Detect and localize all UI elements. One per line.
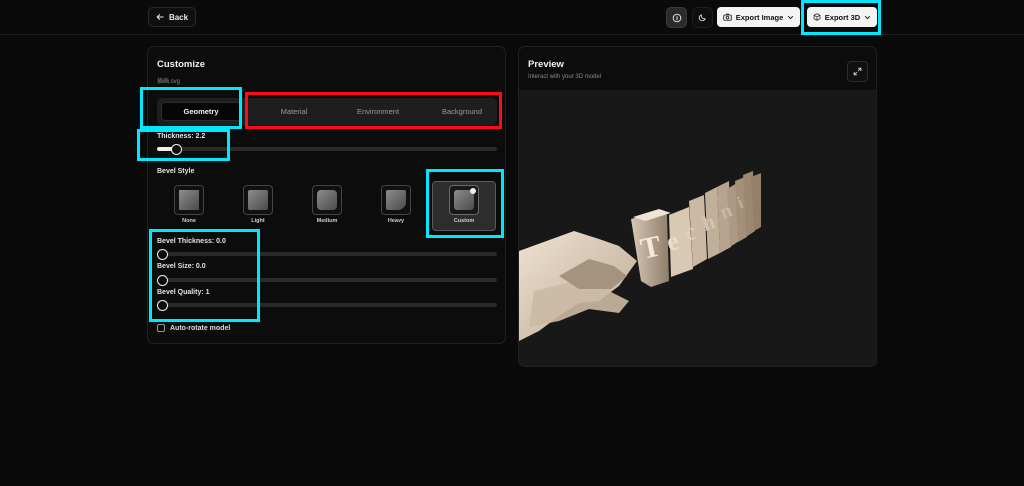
back-label: Back	[168, 12, 189, 22]
cube-icon	[813, 13, 821, 21]
bevel-size-slider[interactable]	[157, 274, 497, 286]
bevel-light-shape	[248, 190, 268, 210]
expand-icon	[853, 67, 862, 76]
3d-viewport[interactable]: T e c h n i	[519, 91, 876, 366]
export-3d-label: Export 3D	[824, 12, 861, 22]
bevel-medium-shape	[317, 190, 337, 210]
auto-rotate-option[interactable]: Auto-rotate model	[157, 324, 230, 332]
bevel-quality-slider[interactable]	[157, 299, 497, 311]
auto-rotate-checkbox[interactable]	[157, 324, 165, 332]
chevron-down-icon	[788, 15, 794, 19]
expand-button[interactable]	[847, 61, 868, 82]
info-icon	[672, 13, 681, 22]
thickness-label: Thickness: 2.2	[157, 133, 206, 140]
bevel-size-label: Bevel Size: 0.0	[157, 263, 206, 270]
bevel-thickness-slider[interactable]	[157, 248, 497, 260]
bevel-option-label: Heavy	[387, 218, 405, 224]
export-3d-button[interactable]: Export 3D	[807, 7, 877, 27]
bevel-option-label: Light	[251, 218, 265, 224]
preview-header: Preview Interact with your 3D model	[519, 47, 876, 91]
arrow-left-icon	[156, 14, 164, 20]
preview-title: Preview	[528, 59, 564, 70]
auto-rotate-label: Auto-rotate model	[170, 324, 231, 332]
top-bar: Back Export Image Export 3D	[0, 0, 1024, 35]
thickness-slider[interactable]	[157, 143, 497, 155]
bevel-size-slider-thumb[interactable]	[157, 274, 168, 286]
bevel-quality-label: Bevel Quality: 1	[157, 289, 210, 296]
camera-icon	[723, 13, 732, 21]
bevel-option-light[interactable]: Light	[238, 185, 278, 229]
bevel-thickness-slider-thumb[interactable]	[157, 248, 168, 260]
bevel-thickness-label: Bevel Thickness: 0.0	[157, 238, 226, 245]
theme-toggle-button[interactable]	[692, 7, 713, 28]
export-image-button[interactable]: Export Image	[717, 7, 800, 27]
settings-tabs: Geometry Material Environment Background	[157, 98, 497, 125]
bevel-option-heavy[interactable]: Heavy	[376, 185, 416, 229]
info-button[interactable]	[666, 7, 687, 28]
bevel-heavy-shape	[386, 190, 406, 210]
bevel-style-title: Bevel Style	[157, 168, 195, 175]
tab-environment[interactable]: Environment	[338, 102, 418, 121]
tab-material[interactable]: Material	[254, 102, 334, 121]
bevel-option-label: None	[182, 218, 196, 224]
bevel-option-custom[interactable]: Custom	[432, 181, 496, 231]
bevel-option-medium[interactable]: Medium	[307, 185, 347, 229]
bevel-light-preview	[243, 185, 273, 215]
bevel-option-label: Custom	[453, 218, 475, 224]
panel-title: Customize	[157, 59, 206, 70]
preview-subtitle: Interact with your 3D model	[528, 74, 602, 80]
3d-model-render: T e c h n i	[519, 171, 761, 341]
moon-icon	[698, 14, 706, 22]
bevel-quality-slider-thumb[interactable]	[157, 299, 168, 311]
file-name: 插画.svg	[157, 79, 181, 85]
bevel-none-shape	[179, 190, 199, 210]
bevel-medium-preview	[312, 185, 342, 215]
bevel-heavy-preview	[381, 185, 411, 215]
tab-background[interactable]: Background	[422, 102, 502, 121]
customize-panel: Customize 插画.svg Geometry Material Envir…	[147, 46, 506, 344]
bevel-option-label: Medium	[316, 218, 338, 224]
tab-geometry[interactable]: Geometry	[161, 102, 241, 121]
export-image-label: Export Image	[735, 12, 784, 22]
thickness-slider-thumb[interactable]	[171, 143, 182, 155]
preview-panel: Preview Interact with your 3D model T e …	[518, 46, 877, 367]
bevel-custom-preview	[449, 185, 479, 215]
bevel-none-preview	[174, 185, 204, 215]
selected-indicator-icon	[470, 188, 476, 194]
bevel-option-none[interactable]: None	[169, 185, 209, 229]
chevron-down-icon	[865, 15, 871, 19]
back-button[interactable]: Back	[148, 7, 196, 27]
